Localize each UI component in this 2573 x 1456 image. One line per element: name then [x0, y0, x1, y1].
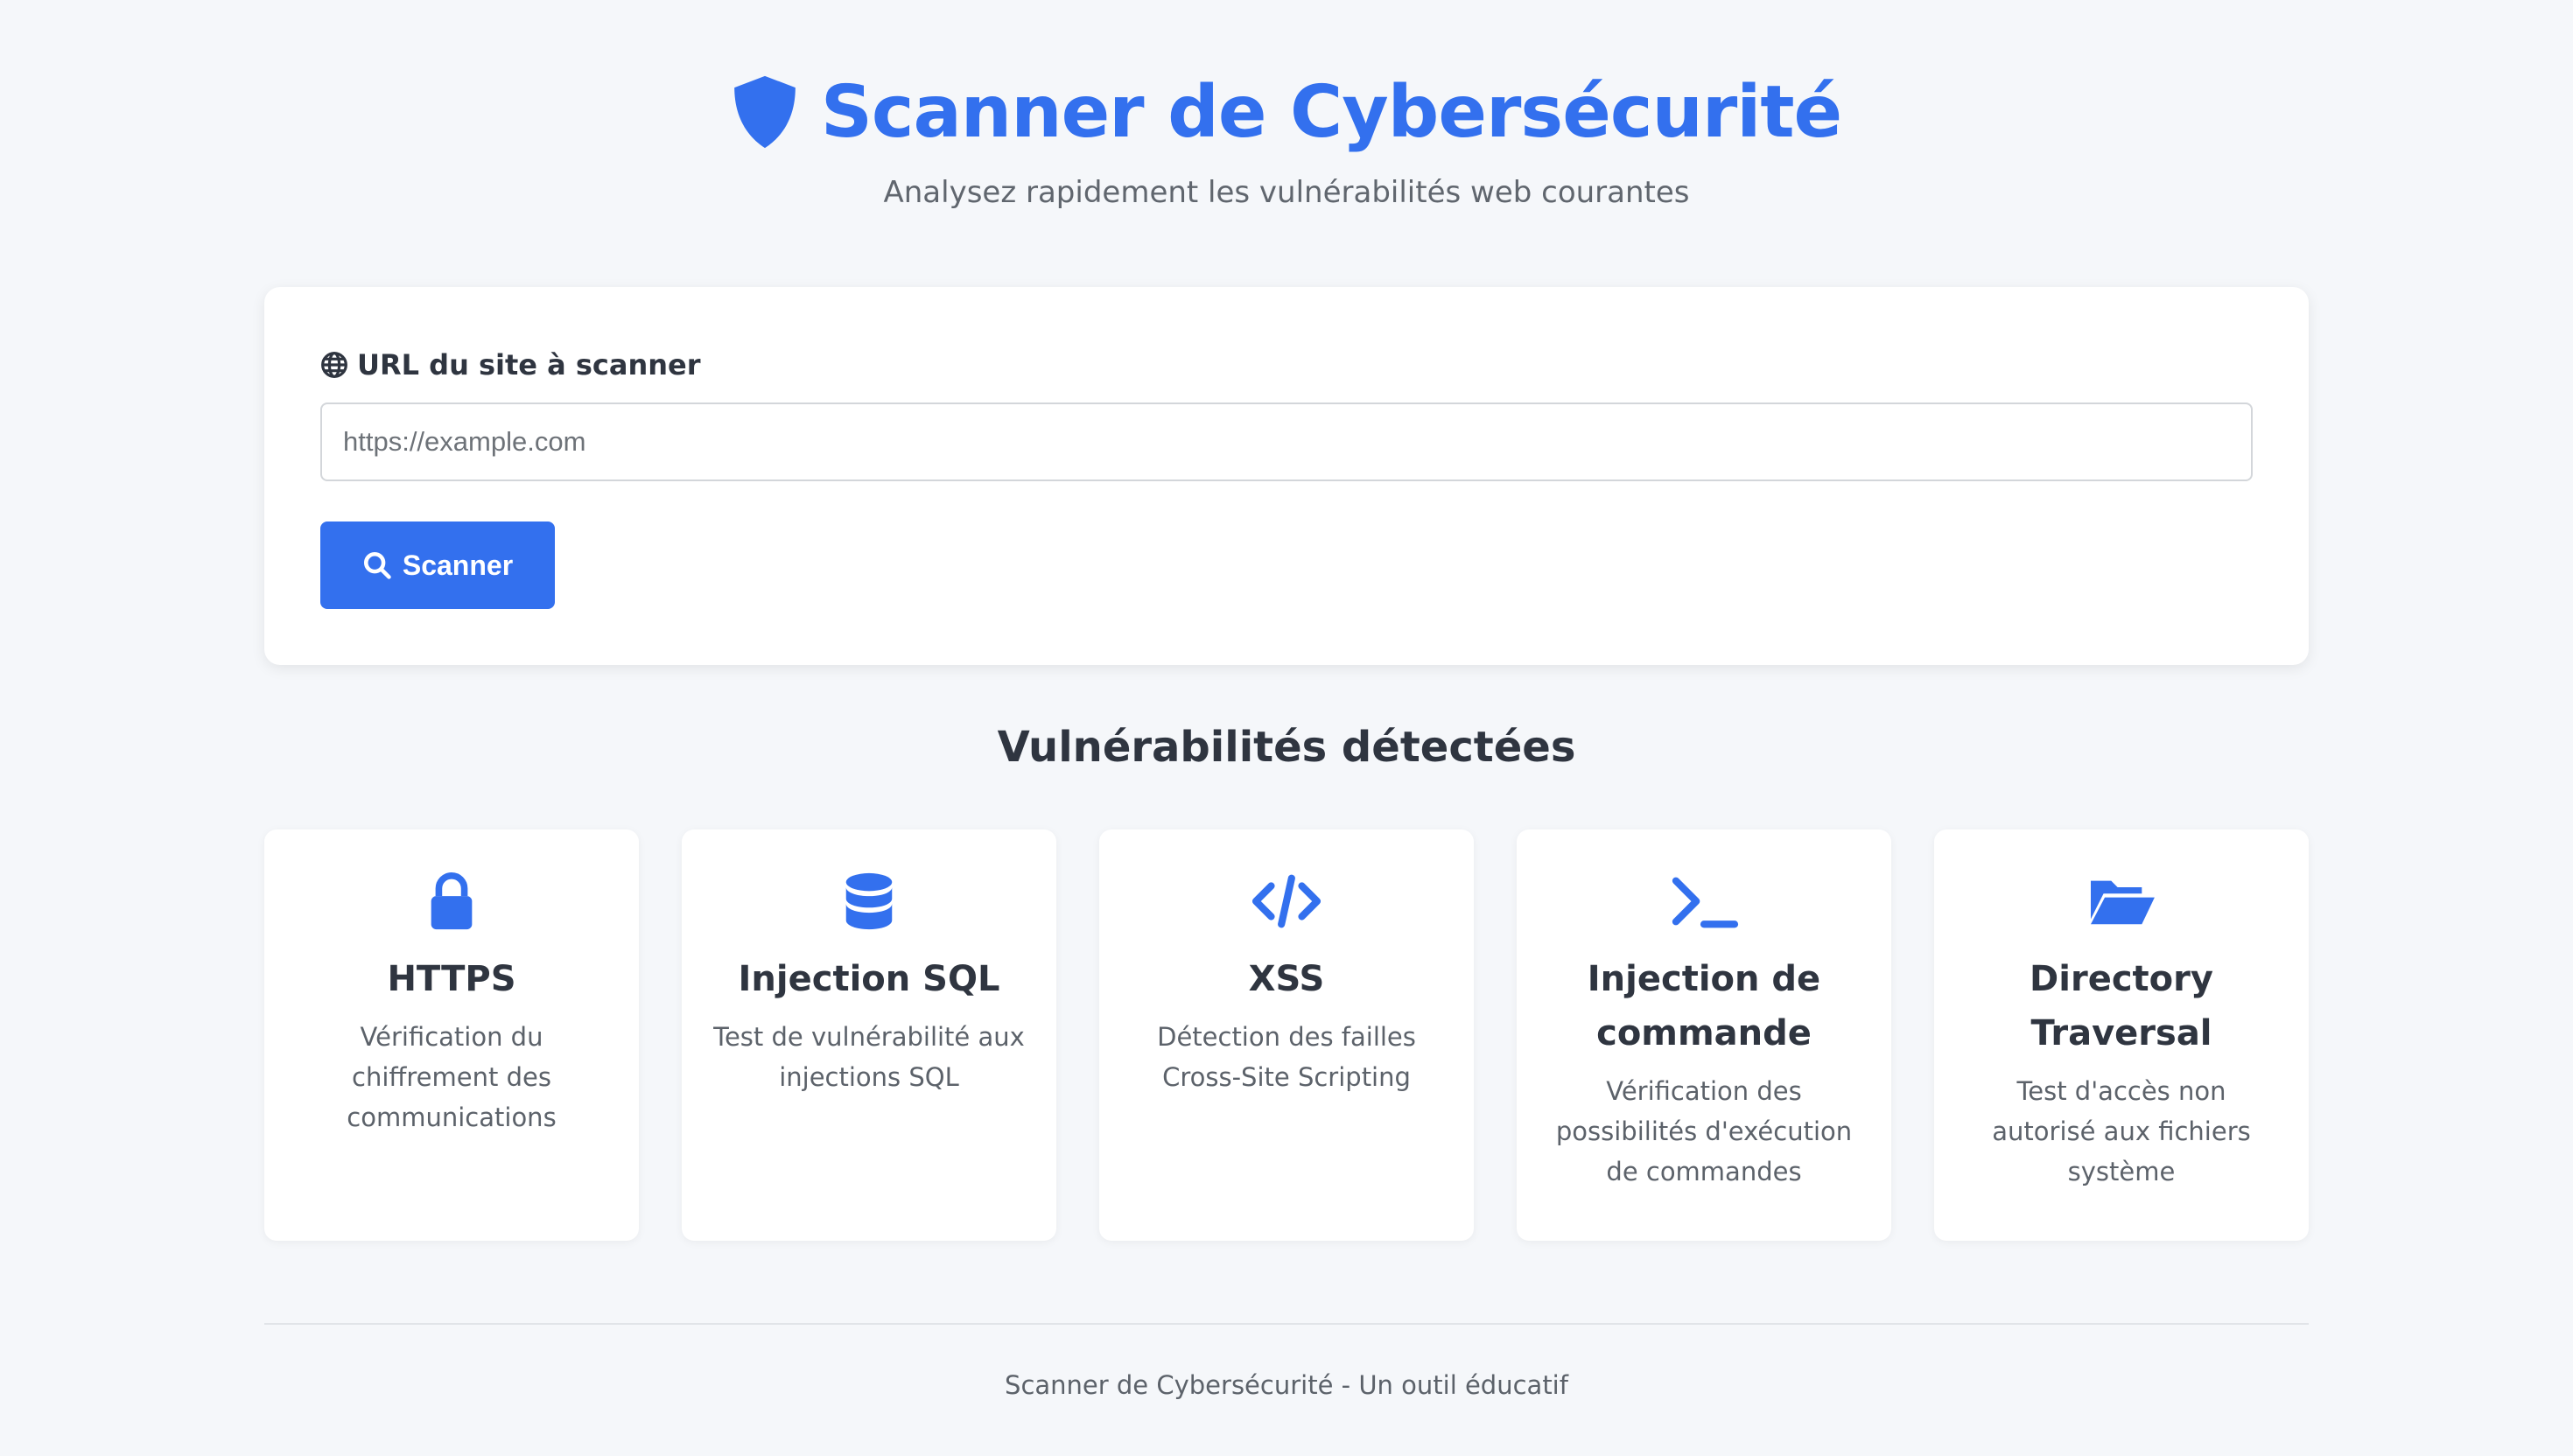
search-icon [363, 551, 391, 579]
check-card-command-injection: Injection de commande Vérification des p… [1517, 830, 1891, 1241]
check-title: Directory Traversal [2030, 959, 2213, 1054]
check-description: Détection des failles Cross-Site Scripti… [1157, 1022, 1416, 1092]
check-description: Test de vulnérabilité aux injections SQL [713, 1022, 1025, 1092]
check-title: Injection de commande [1587, 959, 1821, 1054]
check-title: HTTPS [387, 959, 516, 999]
vulnerability-list: HTTPS Vérification du chiffrement des co… [264, 830, 2309, 1241]
check-title: Injection SQL [738, 959, 1000, 999]
check-title: XSS [1248, 959, 1325, 999]
section-title: Vulnérabilités détectées [997, 723, 1576, 772]
footer-divider [264, 1323, 2309, 1325]
check-card-sql-injection: Injection SQL Test de vulnérabilité aux … [682, 830, 1056, 1241]
page-title: Scanner de Cybersécurité [820, 70, 1842, 154]
check-card-directory-traversal: Directory Traversal Test d'accès non aut… [1934, 830, 2309, 1241]
url-field-label-text: URL du site à scanner [357, 348, 701, 382]
check-card-xss: XSS Détection des failles Cross-Site Scr… [1099, 830, 1474, 1241]
url-field-label: URL du site à scanner [320, 348, 701, 382]
page-subtitle: Analysez rapidement les vulnérabilités w… [883, 175, 1690, 210]
scan-button-label: Scanner [402, 549, 514, 581]
check-card-https: HTTPS Vérification du chiffrement des co… [264, 830, 639, 1241]
terminal-icon [1672, 877, 1739, 928]
folder-open-icon [2091, 880, 2155, 925]
lock-icon [431, 872, 473, 930]
page-header: Scanner de Cybersécurité Analysez rapide… [0, 0, 2573, 210]
check-description: Vérification des possibilités d'exécutio… [1555, 1076, 1853, 1186]
database-icon [845, 872, 893, 930]
shield-icon [733, 75, 796, 149]
url-input[interactable] [320, 402, 2253, 481]
scan-button[interactable]: Scanner [320, 522, 555, 609]
footer: Scanner de Cybersécurité - Un outil éduc… [1005, 1370, 1568, 1400]
code-icon [1251, 874, 1322, 928]
check-description: Test d'accès non autorisé aux fichiers s… [1992, 1076, 2251, 1186]
globe-icon [321, 352, 347, 378]
scan-form-card: URL du site à scanner Scanner [264, 287, 2309, 665]
check-description: Vérification du chiffrement des communic… [347, 1022, 557, 1132]
title-row: Scanner de Cybersécurité [0, 68, 2573, 156]
